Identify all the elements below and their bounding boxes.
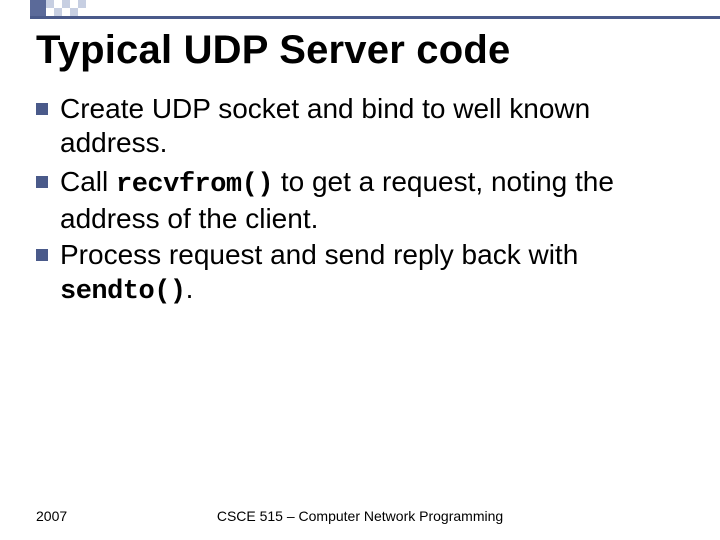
bullet-text: . (186, 273, 194, 304)
list-item: Call recvfrom() to get a request, noting… (36, 165, 684, 236)
footer-course: CSCE 515 – Computer Network Programming (156, 508, 684, 524)
list-item: Process request and send reply back with… (36, 238, 684, 309)
bullet-list: Create UDP socket and bind to well known… (36, 92, 684, 309)
bullet-text: Process request and send reply back with (60, 239, 578, 270)
slide-title: Typical UDP Server code (36, 28, 684, 73)
bullet-text: Create UDP socket and bind to well known… (60, 93, 590, 158)
list-item: Create UDP socket and bind to well known… (36, 92, 684, 163)
code-text: recvfrom() (116, 170, 273, 200)
corner-decoration (30, 0, 86, 16)
title-underline (30, 16, 720, 19)
slide-footer: 2007 CSCE 515 – Computer Network Program… (36, 508, 684, 524)
footer-year: 2007 (36, 508, 156, 524)
bullet-text: Call (60, 166, 116, 197)
slide-body: Create UDP socket and bind to well known… (36, 92, 684, 311)
code-text: sendto() (60, 277, 186, 307)
